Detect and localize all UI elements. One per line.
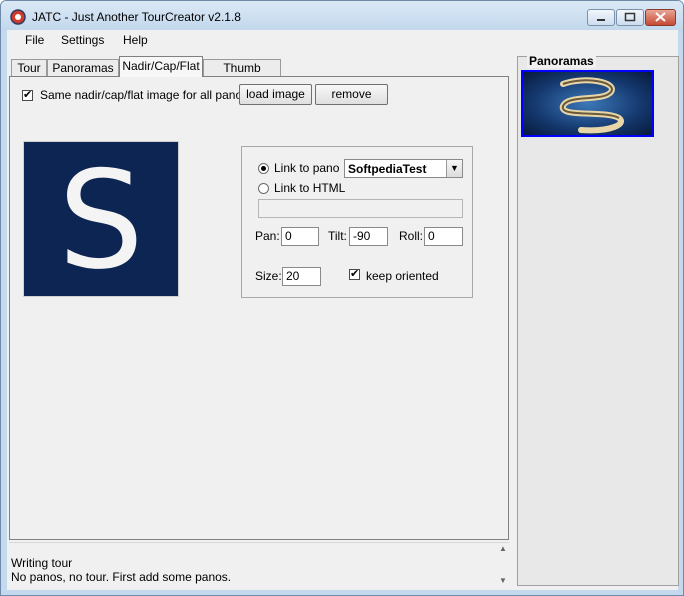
panoramas-panel: Panoramas <box>517 54 679 586</box>
load-image-button[interactable]: load image <box>239 84 312 105</box>
preview-letter: S <box>58 142 144 296</box>
status-line-1: Writing tour <box>11 556 73 570</box>
check-icon: ✔ <box>350 268 360 280</box>
status-line-2: No panos, no tour. First add some panos. <box>11 570 232 584</box>
maximize-icon <box>624 12 636 22</box>
tilt-label: Tilt: <box>328 229 347 243</box>
status-scrollbar[interactable]: ▲ ▼ <box>497 543 509 587</box>
tab-panoramas[interactable]: Panoramas <box>47 59 119 76</box>
same-image-label: Same nadir/cap/flat image for all panos <box>40 88 249 102</box>
client-area: File Settings Help Tour Panoramas Nadir/… <box>7 30 679 590</box>
tab-nadir-cap-flat[interactable]: Nadir/Cap/Flat <box>119 56 203 77</box>
scroll-down-icon[interactable]: ▼ <box>497 575 509 587</box>
link-to-pano-radio[interactable] <box>258 163 269 174</box>
pano-select[interactable]: SoftpediaTest ▼ <box>344 159 463 178</box>
html-field[interactable] <box>258 199 463 218</box>
nadir-tab-panel: ✔ Same nadir/cap/flat image for all pano… <box>9 76 509 540</box>
keep-oriented-label: keep oriented <box>366 269 439 283</box>
tab-tour[interactable]: Tour <box>11 59 47 76</box>
close-button[interactable] <box>645 9 676 26</box>
link-to-pano-label: Link to pano <box>274 161 340 175</box>
app-icon <box>10 9 26 25</box>
menu-bar: File Settings Help <box>7 30 678 50</box>
tilt-field[interactable]: -90 <box>349 227 388 246</box>
title-bar[interactable]: JATC - Just Another TourCreator v2.1.8 <box>1 1 683 31</box>
menu-file[interactable]: File <box>25 33 44 47</box>
remove-button[interactable]: remove <box>315 84 388 105</box>
same-image-checkbox[interactable]: ✔ <box>22 90 33 101</box>
menu-help[interactable]: Help <box>123 33 148 47</box>
check-icon: ✔ <box>23 89 33 101</box>
menu-settings[interactable]: Settings <box>61 33 104 47</box>
app-window: JATC - Just Another TourCreator v2.1.8 F… <box>0 0 684 596</box>
link-to-html-radio[interactable] <box>258 183 269 194</box>
close-icon <box>655 12 666 22</box>
size-label: Size: <box>255 269 282 283</box>
status-log[interactable]: Writing tour No panos, no tour. First ad… <box>9 542 509 586</box>
roll-field[interactable]: 0 <box>424 227 463 246</box>
roll-label: Roll: <box>399 229 424 243</box>
scroll-up-icon[interactable]: ▲ <box>497 543 509 555</box>
panorama-thumbnail-image <box>523 72 652 135</box>
pan-label: Pan: <box>255 229 280 243</box>
chevron-down-icon: ▼ <box>446 160 462 177</box>
panoramas-panel-title: Panoramas <box>527 54 596 68</box>
pano-select-value: SoftpediaTest <box>348 162 427 176</box>
size-field[interactable]: 20 <box>282 267 321 286</box>
panorama-thumbnail[interactable] <box>521 70 654 137</box>
pan-field[interactable]: 0 <box>281 227 319 246</box>
link-to-html-label: Link to HTML <box>274 181 346 195</box>
maximize-button[interactable] <box>616 9 644 26</box>
tab-thumb-gallery[interactable]: Thumb gallery <box>203 59 281 91</box>
window-title: JATC - Just Another TourCreator v2.1.8 <box>32 10 241 24</box>
minimize-button[interactable] <box>587 9 615 26</box>
preview-image: S <box>24 142 178 296</box>
nadir-image-preview: S <box>23 141 179 297</box>
keep-oriented-checkbox[interactable]: ✔ <box>349 269 360 280</box>
link-settings-group: Link to pano SoftpediaTest ▼ Link to HTM… <box>241 146 473 298</box>
minimize-icon <box>597 19 605 21</box>
